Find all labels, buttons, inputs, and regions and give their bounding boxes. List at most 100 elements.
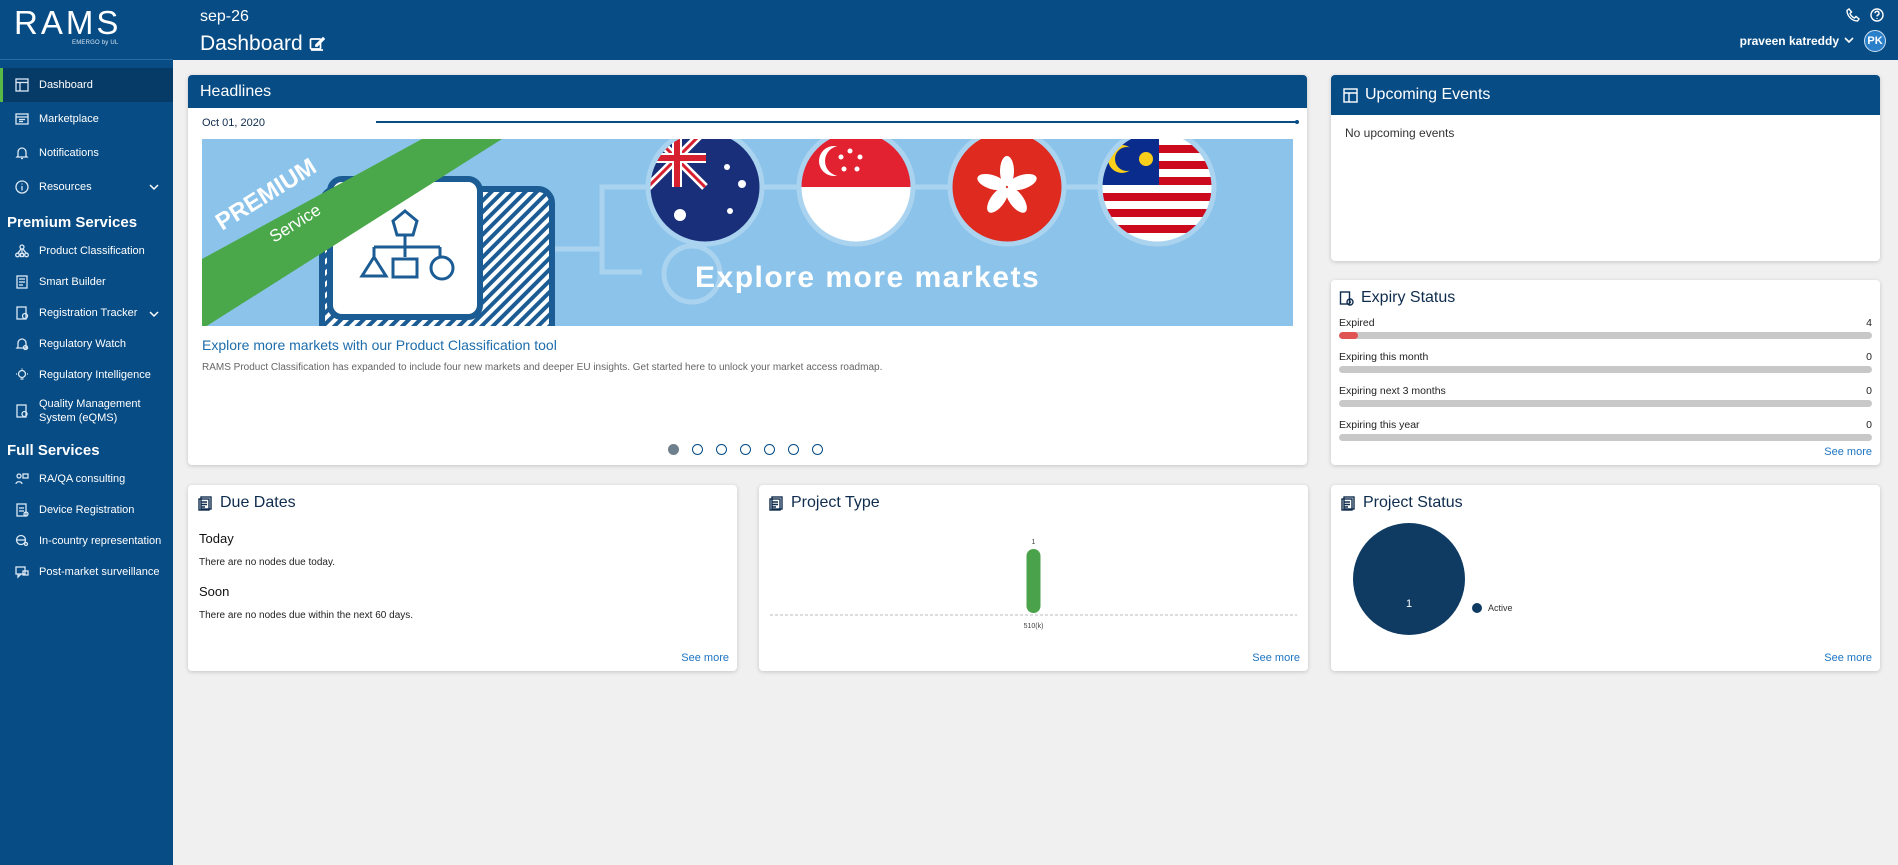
sidebar-item-regulatory-watch[interactable]: Regulatory Watch	[0, 328, 173, 359]
carousel-dot[interactable]	[788, 444, 799, 455]
user-menu[interactable]: praveen katreddy PK	[1740, 30, 1886, 52]
carousel-dot[interactable]	[740, 444, 751, 455]
sidebar-item-regulatory-intelligence[interactable]: Regulatory Intelligence	[0, 359, 173, 390]
expiry-count: 4	[1866, 317, 1872, 329]
project-status-title: Project Status	[1363, 494, 1463, 511]
sidebar-item-label: Resources	[39, 181, 92, 193]
top-bar: sep-26 Dashboard praveen katreddy PK	[173, 0, 1898, 60]
bell-icon	[14, 145, 30, 161]
device-doc-icon	[14, 502, 30, 518]
rams-logo[interactable]: RAMS	[14, 6, 173, 40]
expiry-header: Expiry Status	[1331, 280, 1880, 307]
carousel-dot[interactable]	[812, 444, 823, 455]
project-type-card: Project Type 1 510(k) See more	[759, 485, 1308, 671]
headlines-card: Headlines Oct 01, 2020 PREMIUM Service E…	[188, 75, 1307, 465]
page-title: Dashboard	[200, 32, 303, 55]
document-list-icon	[1341, 495, 1356, 511]
project-type-header: Project Type	[759, 485, 1308, 512]
project-type-bar-chart: 1 510(k)	[770, 539, 1297, 630]
sidebar-item-smart-builder[interactable]: Smart Builder	[0, 266, 173, 297]
due-dates-see-more-link[interactable]: See more	[681, 652, 729, 664]
top-icons	[1846, 8, 1884, 27]
banner-text: Explore more markets	[695, 261, 1040, 294]
dashboard-icon	[14, 77, 30, 93]
carousel-dot[interactable]	[716, 444, 727, 455]
legend-swatch	[1472, 603, 1482, 613]
expiry-row-label: Expiring this year 0	[1339, 419, 1872, 431]
sidebar-item-marketplace[interactable]: Marketplace	[0, 102, 173, 136]
phone-icon[interactable]	[1846, 8, 1860, 27]
chevron-down-icon[interactable]	[149, 182, 159, 195]
carousel-dots	[668, 444, 823, 455]
expiry-status-card: Expiry Status Expired 4 Expiring this mont…	[1331, 280, 1880, 465]
sidebar-item-label: Smart Builder	[39, 275, 106, 288]
sidebar-item-in-country-representation[interactable]: In-country representation	[0, 525, 173, 556]
upcoming-events-card: Upcoming Events No upcoming events	[1331, 75, 1880, 261]
chevron-down-icon[interactable]	[149, 309, 159, 322]
sidebar-item-label: Device Registration	[39, 503, 135, 516]
sidebar-item-dashboard[interactable]: Dashboard	[0, 68, 173, 102]
pie-data-label: 1	[1406, 598, 1412, 610]
project-status-header: Project Status	[1331, 485, 1880, 512]
expiry-count: 0	[1866, 351, 1872, 363]
expiry-label: Expiring this year	[1339, 419, 1420, 431]
sidebar-item-label: Registration Tracker	[39, 306, 138, 319]
sidebar-item-registration-tracker[interactable]: Registration Tracker	[0, 297, 173, 328]
carousel-dot[interactable]	[764, 444, 775, 455]
quality-doc-icon	[14, 403, 30, 419]
headlines-title: Headlines	[188, 75, 1307, 108]
help-icon[interactable]	[1870, 8, 1884, 27]
expiry-row-label: Expired 4	[1339, 317, 1872, 329]
no-events-text: No upcoming events	[1345, 126, 1455, 140]
expiry-progress-bar	[1339, 400, 1872, 407]
document-list-icon	[198, 495, 213, 511]
pie-slice[interactable]	[1353, 523, 1465, 635]
lightbulb-icon	[14, 367, 30, 383]
legend-label[interactable]: Active	[1488, 603, 1513, 613]
headline-link[interactable]: Explore more markets with our Product Cl…	[202, 337, 557, 353]
info-icon	[14, 179, 30, 195]
avatar[interactable]: PK	[1864, 30, 1886, 52]
page-title-wrap: Dashboard	[200, 32, 325, 56]
tracker-icon	[14, 305, 30, 321]
edit-icon[interactable]	[309, 36, 325, 52]
sidebar-item-label: In-country representation	[39, 534, 162, 547]
project-status-see-more-link[interactable]: See more	[1824, 652, 1872, 664]
sidebar-item-label: Quality Management System (eQMS)	[39, 398, 141, 424]
expiry-progress-fill	[1339, 332, 1358, 339]
carousel-dot[interactable]	[692, 444, 703, 455]
sidebar-item-device-registration[interactable]: Device Registration	[0, 494, 173, 525]
chat-monitor-icon	[14, 564, 30, 580]
sidebar-item-raqa-consulting[interactable]: RA/QA consulting	[0, 463, 173, 494]
sidebar-item-post-market-surveillance[interactable]: Post-market surveillance	[0, 556, 173, 587]
expiry-title: Expiry Status	[1361, 289, 1456, 306]
sidebar-item-eqms[interactable]: Quality Management System (eQMS)	[0, 390, 173, 432]
expiry-label: Expiring next 3 months	[1339, 385, 1446, 397]
sidebar-item-notifications[interactable]: Notifications	[0, 136, 173, 170]
expiry-row: Expiring this month 0	[1339, 351, 1872, 373]
bar[interactable]	[1026, 549, 1041, 613]
sidebar-item-label: Post-market surveillance	[39, 565, 160, 578]
project-type-see-more-link[interactable]: See more	[1252, 652, 1300, 664]
headline-banner[interactable]: PREMIUM Service Explore more markets	[202, 139, 1293, 326]
expiry-see-more-link[interactable]: See more	[1824, 446, 1872, 458]
marketplace-icon	[14, 111, 30, 127]
headline-body: RAMS Product Classification has expanded…	[202, 362, 883, 373]
due-dates-title: Due Dates	[220, 494, 296, 511]
sidebar-item-label: Regulatory Watch	[39, 337, 127, 350]
expiry-label: Expiring this month	[1339, 351, 1429, 363]
sidebar-item-resources[interactable]: Resources	[0, 170, 173, 204]
sidebar-item-product-classification[interactable]: Product Classification	[0, 235, 173, 266]
full-services-title: Full Services	[7, 442, 100, 459]
headline-date: Oct 01, 2020	[202, 117, 265, 129]
hierarchy-icon	[14, 243, 30, 259]
banner-illustration: PREMIUM Service Explore more markets	[202, 139, 1293, 326]
document-clock-icon	[1339, 290, 1354, 306]
carousel-dot[interactable]	[668, 444, 679, 455]
document-builder-icon	[14, 274, 30, 290]
sidebar-item-label: Dashboard	[39, 79, 93, 91]
chevron-down-icon	[1839, 34, 1864, 48]
globe-person-icon	[14, 533, 30, 549]
logo-area: RAMS EMERGO by UL	[0, 0, 173, 60]
due-soon-text: There are no nodes due within the next 6…	[199, 610, 414, 621]
